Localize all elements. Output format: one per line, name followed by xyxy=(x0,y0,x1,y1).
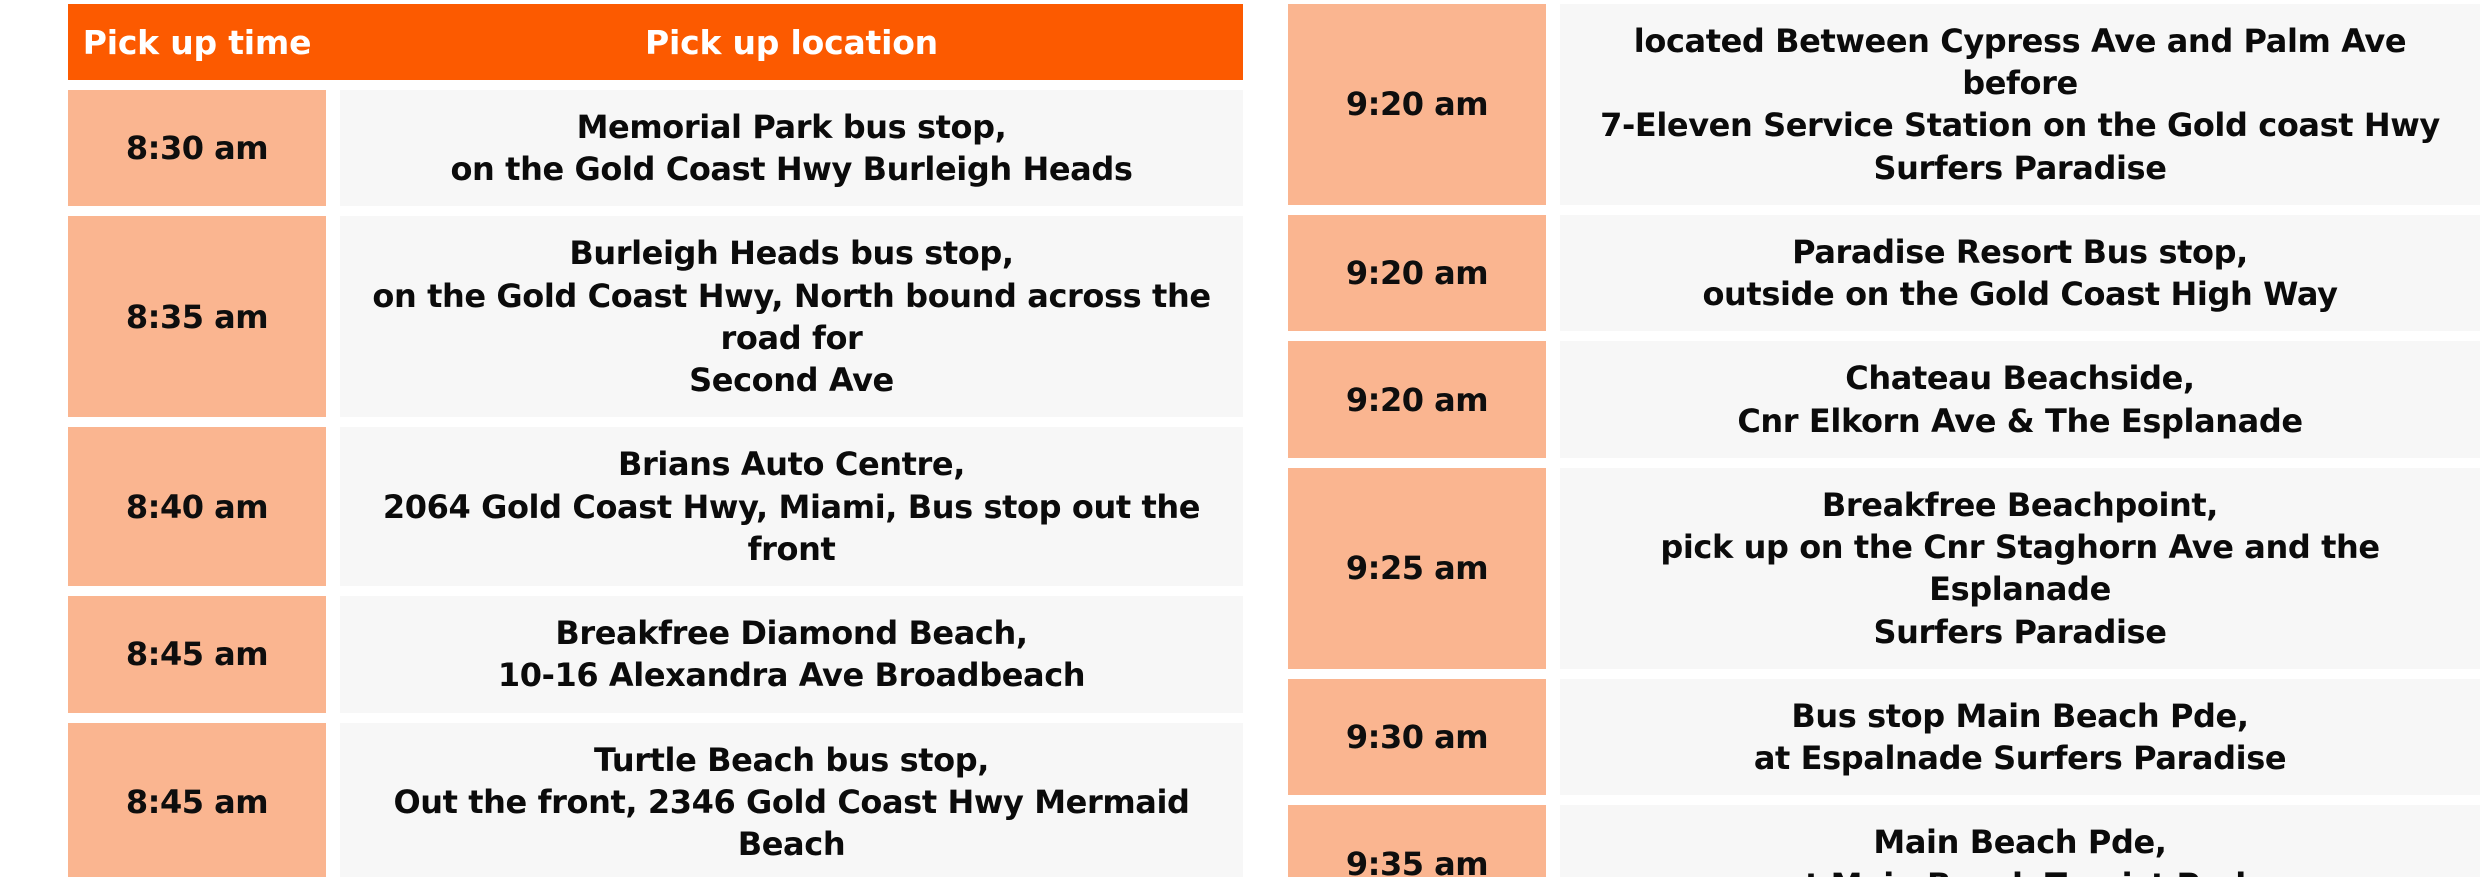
left-schedule-panel: Pick up time Pick up location 8:30 am Memor… xyxy=(68,0,1243,877)
left-header-gap xyxy=(326,4,340,80)
pickup-location-cell: located Between Cypress Ave and Palm Ave… xyxy=(1560,4,2480,205)
cell-gap xyxy=(1546,215,1560,331)
cell-gap xyxy=(326,723,340,877)
pickup-location-cell: Brians Auto Centre, 2064 Gold Coast Hwy, … xyxy=(340,427,1243,587)
pickup-schedule-page: Pick up time Pick up location 8:30 am Memor… xyxy=(0,0,2480,877)
cell-gap xyxy=(1546,4,1560,205)
table-row: 9:25 am Breakfree Beachpoint, pick up on t… xyxy=(1288,467,2480,669)
table-row: 8:40 am Brians Auto Centre, 2064 Gold Coas… xyxy=(68,427,1243,587)
cell-gap xyxy=(326,216,340,417)
table-row: 8:45 am Turtle Beach bus stop, Out the fro… xyxy=(68,722,1243,877)
cell-gap xyxy=(326,427,340,586)
pickup-location-cell: Chateau Beachside, Cnr Elkorn Ave & The E… xyxy=(1560,341,2480,458)
location-line: Breakfree Diamond Beach, xyxy=(555,614,1028,653)
pickup-time-cell: 8:45 am xyxy=(68,722,326,877)
pickup-location-cell: Breakfree Diamond Beach, 10-16 Alexandra … xyxy=(340,596,1243,713)
cell-gap xyxy=(326,90,340,206)
table-row: 8:35 am Burleigh Heads bus stop, on the Go… xyxy=(68,216,1243,418)
location-line: on the Gold Coast Hwy, North bound acros… xyxy=(372,276,1211,357)
table-row: 8:30 am Memorial Park bus stop, on the Gol… xyxy=(68,90,1243,207)
pickup-time-cell: 8:30 am xyxy=(68,90,326,207)
location-line: Breakfree Beachpoint, xyxy=(1821,485,2219,524)
pickup-time-cell: 9:35 am xyxy=(1288,805,1546,877)
location-line: Main Beach Pde, xyxy=(1873,823,2167,862)
table-row: 8:45 am Breakfree Diamond Beach, 10-16 Ale… xyxy=(68,596,1243,713)
pickup-time-cell: 8:35 am xyxy=(68,216,326,418)
right-pickup-table: Pick up timePick up location9:20 amlocat… xyxy=(1288,0,2480,877)
right-schedule-panel: Pick up timePick up location9:20 amlocat… xyxy=(1288,0,2480,877)
cell-gap xyxy=(326,596,340,712)
pickup-time-cell: 9:30 am xyxy=(1288,678,1546,796)
pickup-time-cell: 8:40 am xyxy=(68,427,326,587)
table-row: 9:20 am located Between Cypress Ave and P… xyxy=(1288,4,2480,205)
location-line: at Espalnade Surfers Paradise xyxy=(1753,739,2287,778)
left-header-time: Pick up time xyxy=(68,4,326,80)
location-line: Memorial Park bus stop, xyxy=(576,108,1007,146)
location-line: on the Gold Coast Hwy Burleigh Heads xyxy=(450,150,1133,189)
left-header-location: Pick up location xyxy=(340,4,1243,80)
pickup-time-cell: 9:20 am xyxy=(1288,214,1546,332)
location-line: located Between Cypress Ave and Palm Ave… xyxy=(1633,22,2407,103)
pickup-location-cell: Paradise Resort Bus stop, outside on the … xyxy=(1560,214,2480,332)
location-line: 7-Eleven Service Station on the Gold coa… xyxy=(1600,106,2440,145)
left-pickup-table: Pick up time Pick up location 8:30 am Memor… xyxy=(68,0,1243,877)
cell-gap xyxy=(1546,468,1560,669)
location-line: Surfers Paradise xyxy=(1873,612,2167,651)
location-line: Chateau Beachside, xyxy=(1845,359,2195,398)
location-line: Turtle Beach bus stop, xyxy=(593,740,990,779)
location-line: pick up on the Cnr Staghorn Ave and the … xyxy=(1660,528,2380,609)
location-line: 2064 Gold Coast Hwy, Miami, Bus stop out… xyxy=(382,487,1201,568)
location-line: Paradise Resort Bus stop, xyxy=(1792,232,2248,271)
location-line: Out the front, 2346 Gold Coast Hwy Merma… xyxy=(393,782,1190,864)
location-line: 10-16 Alexandra Ave Broadbeach xyxy=(497,656,1086,695)
location-line: outside on the Gold Coast High Way xyxy=(1702,275,2338,314)
location-line: Cnr Elkorn Ave & The Esplanade xyxy=(1737,401,2303,440)
location-line: Burleigh Heads bus stop, xyxy=(569,234,1014,273)
pickup-location-cell: Bus stop Main Beach Pde, at Espalnade Sur… xyxy=(1560,678,2480,796)
pickup-time-cell: 9:20 am xyxy=(1288,4,1546,205)
cell-gap xyxy=(1546,679,1560,795)
pickup-location-cell: Memorial Park bus stop, on the Gold Coast… xyxy=(340,90,1243,207)
table-row: 9:30 am Bus stop Main Beach Pde, at Espaln… xyxy=(1288,678,2480,796)
cell-gap xyxy=(1546,341,1560,457)
pickup-location-cell: Breakfree Beachpoint, pick up on the Cnr … xyxy=(1560,467,2480,669)
table-row: 9:20 am Chateau Beachside, Cnr Elkorn Ave … xyxy=(1288,341,2480,458)
location-line: Bus stop Main Beach Pde, xyxy=(1791,696,2249,735)
location-line: Surfers Paradise xyxy=(1873,148,2167,187)
pickup-time-cell: 9:25 am xyxy=(1288,467,1546,669)
pickup-time-cell: 9:20 am xyxy=(1288,341,1546,458)
location-line: Second Ave xyxy=(689,361,894,400)
pickup-location-cell: Turtle Beach bus stop, Out the front, 234… xyxy=(340,722,1243,877)
location-line: at Main Beach Tourist Park xyxy=(1582,864,2458,877)
pickup-location-cell: Main Beach Pde, at Main Beach Tourist Par… xyxy=(1560,805,2480,877)
pickup-time-cell: 8:45 am xyxy=(68,596,326,713)
left-header-row: Pick up time Pick up location xyxy=(68,4,1243,80)
location-line: Brians Auto Centre, xyxy=(618,445,965,484)
table-row: 9:35 am Main Beach Pde, at Main Beach Tour… xyxy=(1288,805,2480,877)
pickup-location-cell: Burleigh Heads bus stop, on the Gold Coas… xyxy=(340,216,1243,418)
table-row: 9:20 am Paradise Resort Bus stop, outside … xyxy=(1288,214,2480,332)
cell-gap xyxy=(1546,805,1560,877)
